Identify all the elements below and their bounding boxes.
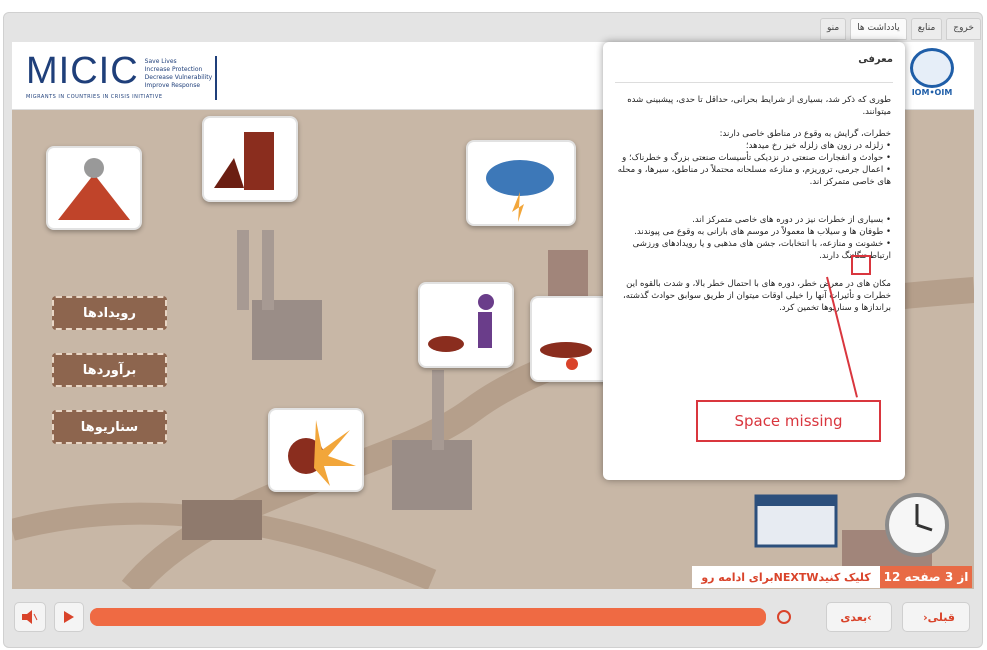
attack-card[interactable]	[530, 296, 614, 382]
logo-subtitle: MIGRANTS IN COUNTRIES IN CRISIS INITIATI…	[26, 94, 163, 100]
list-item: طوفان ها و سیلاب ها معمولاً در موسم های …	[617, 226, 891, 238]
continue-hint: برای ادامه روNEXTWکلیک کنید	[692, 566, 880, 588]
header-divider	[215, 56, 217, 100]
tab-menu[interactable]: منو	[820, 18, 847, 40]
list-item: بسیاری از خطرات نیز در دوره های خاصی متم…	[617, 214, 891, 226]
popup-intro: طوری که ذکر شد، بسیاری از شرایط بحرانی، …	[627, 95, 891, 117]
popup-list1-heading: خطرات، گرایش به وقوع در مناطق خاصی دارند…	[719, 129, 891, 139]
explosion-icon	[288, 420, 356, 486]
next-label: بعدی	[840, 610, 868, 624]
replay-icon	[777, 610, 791, 624]
next-button[interactable]: بعدی ‹	[826, 602, 892, 632]
storm-card[interactable]	[466, 140, 576, 226]
globe-icon	[910, 48, 954, 88]
earthquake-card[interactable]	[202, 116, 298, 202]
popup-title: معرفی	[858, 54, 893, 65]
tab-resources[interactable]: منابع	[910, 18, 943, 40]
clock-icon	[885, 493, 949, 557]
list-item: خشونت و منازعه، با انتخابات، جشن های مذه…	[617, 238, 891, 262]
top-tab-bar: منو یادداشت ها منابع خروج	[820, 18, 981, 40]
list-item: زلزله در زون های زلزله خیز رخ میدهد؛	[617, 140, 891, 152]
assessments-button[interactable]: برآوردها	[52, 353, 167, 387]
volume-button[interactable]	[14, 602, 46, 632]
tab-exit[interactable]: خروج	[946, 18, 981, 40]
violence-card[interactable]	[418, 282, 514, 368]
injured-person-icon	[540, 342, 592, 370]
volcano-card[interactable]	[46, 146, 142, 230]
prev-label: قبلی	[927, 610, 955, 624]
popup-divider	[615, 82, 893, 83]
play-icon	[64, 611, 74, 623]
iom-logo: IOM•OIM	[902, 48, 962, 106]
popup-body: طوری که ذکر شد، بسیاری از شرایط بحرانی، …	[617, 94, 891, 324]
list-item: حوادث و انفجارات صنعتی در نزدیکی تأسیسات…	[617, 152, 891, 164]
progress-bar[interactable]	[90, 608, 766, 626]
annotation-label: Space missing	[696, 400, 881, 442]
scenarios-button[interactable]: سناریوها	[52, 410, 167, 444]
explosion-card[interactable]	[268, 408, 364, 492]
volcano-icon	[58, 158, 130, 220]
logo-taglines: Save Lives Increase Protection Decrease …	[144, 58, 213, 89]
play-button[interactable]	[54, 602, 84, 632]
popup-list1: زلزله در زون های زلزله خیز رخ میدهد؛ حوا…	[617, 140, 891, 188]
player-controls: بعدی ‹ › قبلی	[12, 596, 974, 640]
collapsed-building-icon	[214, 132, 274, 190]
popup-list2: بسیاری از خطرات نیز در دوره های خاصی متم…	[617, 214, 891, 262]
status-bar: برای ادامه روNEXTWکلیک کنید 12 از 3 صفحه	[692, 566, 972, 588]
progress-fill	[90, 608, 766, 626]
annotation-highlight	[851, 255, 871, 275]
prev-button[interactable]: › قبلی	[902, 602, 970, 632]
events-button[interactable]: رویدادها	[52, 296, 167, 330]
page-indicator: 12 از 3 صفحه	[880, 566, 972, 588]
calendar-icon	[754, 494, 838, 548]
tab-notes[interactable]: یادداشت ها	[850, 18, 907, 40]
logo-wordmark: MICIC	[26, 50, 139, 92]
storm-cloud-icon	[486, 160, 554, 222]
chevron-left-icon: ‹	[867, 610, 872, 624]
speaker-icon	[22, 610, 38, 624]
replay-button[interactable]	[772, 602, 796, 632]
violence-icon	[428, 294, 494, 352]
micic-logo: MICIC Save Lives Increase Protection Dec…	[26, 52, 212, 90]
popup-closing: مکان های در معرض خطر، دوره های با احتمال…	[623, 279, 891, 313]
list-item: اعمال جرمی، تروریزم، و منازعه مسلحانه مح…	[617, 164, 891, 188]
